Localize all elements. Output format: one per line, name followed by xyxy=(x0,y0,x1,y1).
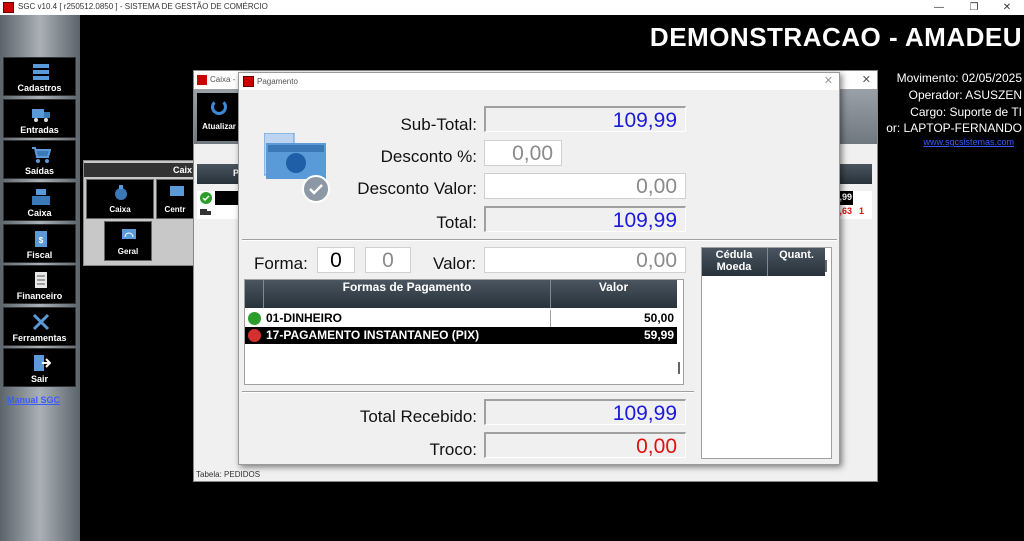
cedula-grid-header: Cédula Moeda Quant. xyxy=(702,248,825,276)
caixa-close-button[interactable]: ✕ xyxy=(862,73,871,86)
operador-label: Operador: ASUSZEN xyxy=(908,88,1022,102)
sidebar-item-fiscal[interactable]: $ Fiscal xyxy=(3,224,76,263)
troco-field: 0,00 xyxy=(484,432,686,458)
pagamento-title: Pagamento xyxy=(257,77,298,86)
submenu-caixa-button[interactable]: Caixa xyxy=(86,179,154,219)
sidebar-item-label: Sair xyxy=(30,374,48,384)
total-field: 109,99 xyxy=(484,206,686,232)
table-row[interactable]: 01-DINHEIRO 50,00 xyxy=(245,310,677,327)
ledger-icon xyxy=(35,272,47,288)
cedula-grid: Cédula Moeda Quant. xyxy=(701,247,832,459)
check-icon xyxy=(248,312,261,325)
pagamento-window-icon xyxy=(243,76,254,87)
manual-sgc-link[interactable]: Manual SGC xyxy=(7,395,60,405)
website-link[interactable]: www.sgcsistemas.com xyxy=(923,137,1014,147)
subtotal-label: Sub-Total: xyxy=(400,115,477,134)
cargo-label: Cargo: Suporte de TI xyxy=(910,105,1022,119)
desconto-valor-label: Desconto Valor: xyxy=(357,179,477,198)
pagamento-close-button[interactable]: ✕ xyxy=(824,74,833,87)
movimento-date: Movimento: 02/05/2025 xyxy=(896,71,1022,85)
scrollbar[interactable] xyxy=(678,362,680,374)
monitor-icon xyxy=(170,186,184,196)
sidebar-item-label: Entradas xyxy=(20,125,59,135)
sidebar-item-label: Ferramentas xyxy=(12,333,67,343)
payment-icon xyxy=(264,133,330,203)
submenu-central-button[interactable]: Centr xyxy=(156,179,194,219)
column-header-quant[interactable]: Quant. xyxy=(767,248,825,276)
sidebar-item-label: Saídas xyxy=(24,166,55,176)
svg-text:$: $ xyxy=(39,236,44,245)
app-title: SGC v10.4 [ r250512.0850 ] - SISTEMA DE … xyxy=(18,2,268,11)
divider xyxy=(242,391,694,393)
formas-pagamento-grid: Formas de Pagamento Valor 01-DINHEIRO 50… xyxy=(244,279,684,385)
status-bar-text: Tabela: PEDIDOS xyxy=(196,470,261,479)
gauge-icon xyxy=(122,229,136,239)
column-header-forma[interactable]: Formas de Pagamento xyxy=(263,280,550,308)
sidebar: Cadastros Entradas Saídas Caixa $ Fiscal… xyxy=(0,15,80,541)
valor-input[interactable]: 0,00 xyxy=(484,247,686,273)
divider xyxy=(242,239,837,241)
tools-icon xyxy=(32,313,50,331)
sidebar-item-saidas[interactable]: Saídas xyxy=(3,140,76,179)
scrollbar[interactable] xyxy=(825,260,827,272)
caixa-submenu: Caix Caixa Centr Geral xyxy=(83,160,196,266)
minimize-button[interactable]: — xyxy=(924,0,954,15)
desconto-pct-input[interactable]: 0,00 xyxy=(484,140,562,166)
refresh-icon xyxy=(211,99,227,115)
sidebar-item-label: Caixa xyxy=(27,208,52,218)
sidebar-item-cadastros[interactable]: Cadastros xyxy=(3,57,76,96)
cart-icon xyxy=(32,147,51,163)
truck-icon xyxy=(200,209,211,215)
atualizar-button[interactable]: Atualizar xyxy=(197,93,241,141)
red-dot-icon xyxy=(248,329,261,342)
forma-code-input[interactable]: 0 xyxy=(317,247,355,273)
restore-button[interactable]: ❐ xyxy=(959,0,989,15)
desconto-pct-label: Desconto %: xyxy=(380,147,477,166)
register-icon xyxy=(32,189,50,205)
check-icon xyxy=(200,192,212,204)
sidebar-item-sair[interactable]: Sair xyxy=(3,348,76,387)
terminal-label: or: LAPTOP-FERNANDO xyxy=(886,121,1022,135)
total-recebido-label: Total Recebido: xyxy=(359,407,477,426)
app-logo-icon xyxy=(3,2,14,13)
sidebar-item-label: Financeiro xyxy=(16,291,63,301)
sidebar-item-entradas[interactable]: Entradas xyxy=(3,99,76,138)
column-header-valor[interactable]: Valor xyxy=(550,280,676,308)
column-header-cedula[interactable]: Cédula Moeda xyxy=(702,249,766,273)
valor-label: Valor: xyxy=(433,254,477,273)
subtotal-field: 109,99 xyxy=(484,106,686,132)
sidebar-item-ferramentas[interactable]: Ferramentas xyxy=(3,307,76,346)
forma-label: Forma: xyxy=(254,254,308,273)
exit-icon xyxy=(34,355,51,371)
grid-header: Formas de Pagamento Valor xyxy=(245,280,677,308)
company-name: DEMONSTRACAO - AMADEU xyxy=(649,22,1022,52)
caixa-window-icon xyxy=(197,75,207,85)
document-icon: $ xyxy=(35,231,47,247)
truck-icon xyxy=(32,109,50,122)
app-titlebar: SGC v10.4 [ r250512.0850 ] - SISTEMA DE … xyxy=(0,0,1024,15)
pagamento-window: Pagamento ✕ Sub-Total: 109,99 Desconto %… xyxy=(238,72,840,465)
total-recebido-field: 109,99 xyxy=(484,399,686,425)
pagamento-titlebar: Pagamento ✕ xyxy=(239,73,839,90)
total-label: Total: xyxy=(436,213,477,232)
table-row[interactable]: 17-PAGAMENTO INSTANTANEO (PIX) 59,99 xyxy=(245,327,677,344)
close-button[interactable]: ✕ xyxy=(992,0,1022,15)
forma-code2-input[interactable]: 0 xyxy=(365,247,411,273)
sidebar-item-label: Cadastros xyxy=(17,83,62,93)
submenu-geral-button[interactable]: Geral xyxy=(104,221,152,261)
troco-label: Troco: xyxy=(429,440,477,459)
sidebar-item-financeiro[interactable]: Financeiro xyxy=(3,265,76,304)
money-bag-icon xyxy=(115,185,127,200)
sidebar-item-caixa[interactable]: Caixa xyxy=(3,182,76,221)
desconto-valor-input[interactable]: 0,00 xyxy=(484,173,686,199)
sidebar-item-label: Fiscal xyxy=(26,250,53,260)
stack-icon xyxy=(33,64,49,80)
caixa-submenu-header: Caix xyxy=(84,163,196,177)
